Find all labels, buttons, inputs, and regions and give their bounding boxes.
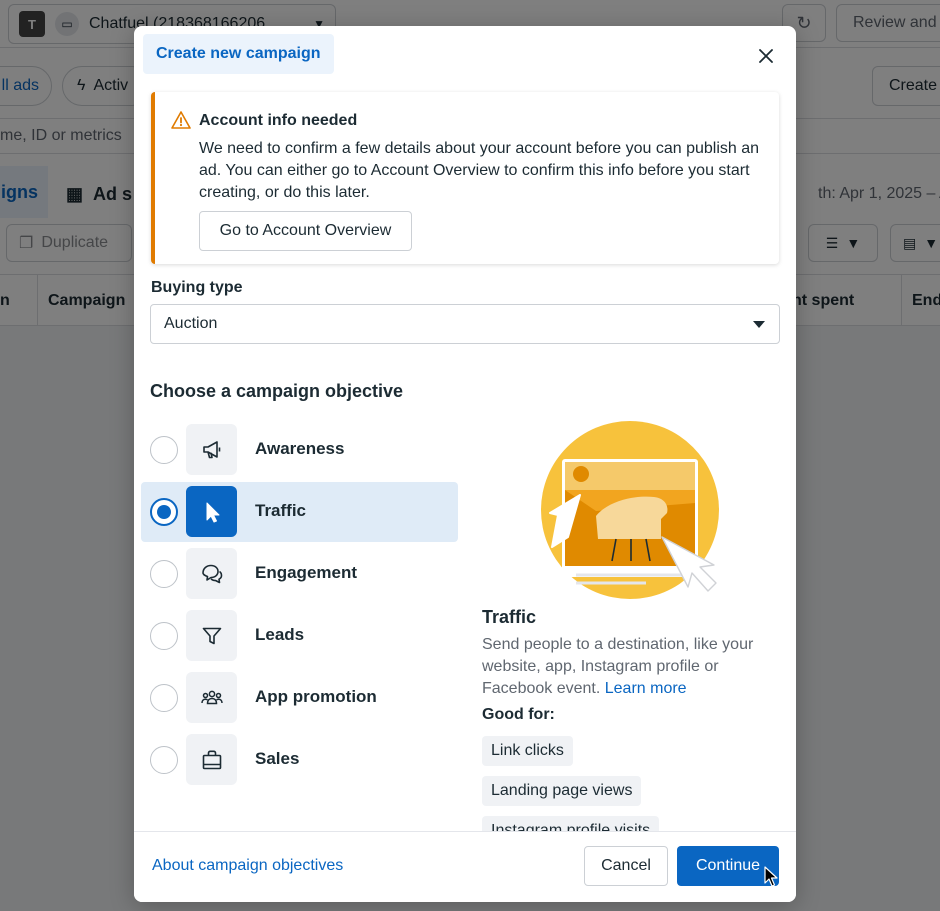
objective-engagement[interactable]: Engagement	[141, 544, 458, 604]
radio-button[interactable]	[150, 436, 178, 464]
mouse-pointer-icon	[764, 866, 778, 887]
dialog-title: Create new campaign	[143, 34, 334, 74]
go-to-account-overview-button[interactable]: Go to Account Overview	[199, 211, 412, 251]
radio-button[interactable]	[150, 746, 178, 774]
objective-icon-box	[186, 548, 237, 599]
good-for-chip: Landing page views	[482, 776, 642, 806]
caret-down-icon	[753, 321, 765, 328]
objective-label: Engagement	[255, 563, 358, 582]
radio-button[interactable]	[150, 622, 178, 650]
buying-type-label: Buying type	[151, 279, 243, 296]
cancel-button[interactable]: Cancel	[584, 846, 668, 886]
objective-traffic[interactable]: Traffic	[141, 482, 458, 542]
objective-icon-box	[186, 424, 237, 475]
objective-label: Awareness	[255, 439, 345, 458]
funnel-icon	[202, 627, 221, 644]
alert-title: Account info needed	[199, 112, 358, 129]
objective-detail-title: Traffic	[482, 607, 537, 627]
good-for-label: Good for:	[482, 706, 555, 723]
objective-label: Leads	[255, 625, 305, 644]
objective-icon-box	[186, 672, 237, 723]
close-icon	[759, 49, 773, 63]
chat-bubbles-icon	[201, 564, 222, 583]
objective-icon-box	[186, 610, 237, 661]
buying-type-select[interactable]: Auction	[150, 304, 780, 344]
radio-button[interactable]	[150, 560, 178, 588]
objective-leads[interactable]: Leads	[141, 606, 458, 666]
radio-button[interactable]	[150, 684, 178, 712]
objective-section-title: Choose a campaign objective	[150, 381, 404, 401]
objective-sales[interactable]: Sales	[141, 730, 458, 790]
radio-button[interactable]	[150, 498, 178, 526]
dialog-footer: About campaign objectives Cancel Continu…	[134, 831, 796, 902]
objective-detail-description: Send people to a destination, like your …	[482, 634, 772, 700]
about-campaign-objectives-link[interactable]: About campaign objectives	[152, 857, 343, 875]
good-for-chip: Instagram profile visits	[482, 816, 660, 831]
close-button[interactable]	[752, 42, 780, 70]
people-icon	[200, 690, 223, 704]
objective-label: Traffic	[255, 501, 307, 520]
objective-label: Sales	[255, 749, 300, 768]
cursor-icon	[206, 502, 219, 522]
objective-list: Awareness Traffic Engagement Leads App p…	[141, 420, 458, 792]
objective-label: App promotion	[255, 687, 377, 706]
objective-icon-box	[186, 734, 237, 785]
create-campaign-dialog: Create new campaign Account info needed …	[134, 26, 796, 902]
warning-icon	[171, 111, 191, 129]
traffic-illustration	[541, 421, 719, 599]
good-for-chips: Link clicks Landing page views Instagram…	[482, 736, 782, 831]
objective-awareness[interactable]: Awareness	[141, 420, 458, 480]
good-for-chip: Link clicks	[482, 736, 573, 766]
dialog-content[interactable]: Account info needed We need to confirm a…	[134, 86, 796, 831]
objective-app-promotion[interactable]: App promotion	[141, 668, 458, 728]
shopping-bag-icon	[202, 750, 221, 769]
megaphone-icon	[202, 440, 220, 458]
objective-icon-box	[186, 486, 237, 537]
alert-body: We need to confirm a few details about y…	[199, 140, 760, 201]
learn-more-link[interactable]: Learn more	[605, 680, 687, 697]
buying-type-value: Auction	[164, 315, 218, 332]
account-info-alert: Account info needed We need to confirm a…	[151, 92, 779, 264]
